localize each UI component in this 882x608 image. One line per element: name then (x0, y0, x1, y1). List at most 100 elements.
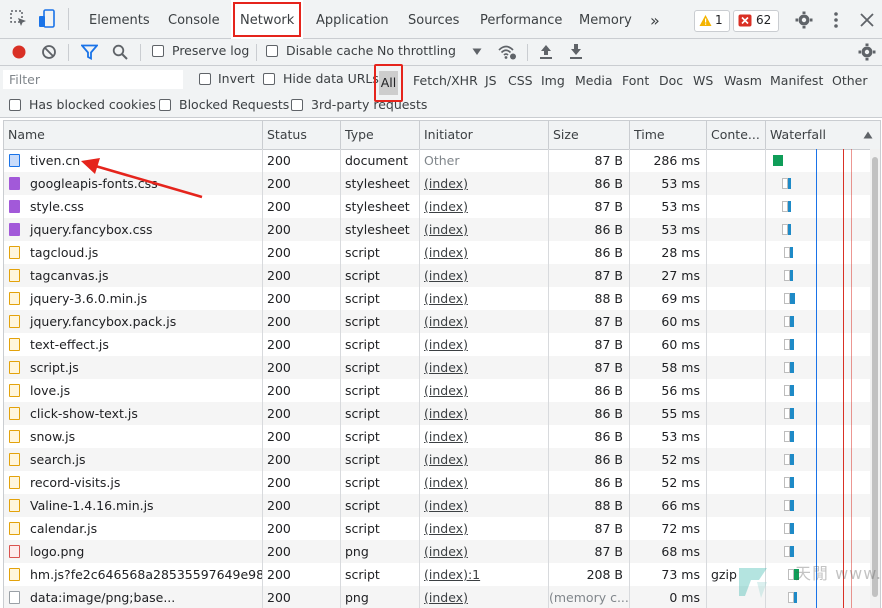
table-row[interactable]: calendar.js 200 script (index) 87 B 72 ms (4, 517, 880, 540)
record-icon[interactable] (11, 44, 27, 60)
cell-name[interactable]: tagcanvas.js (4, 264, 263, 287)
table-row[interactable]: text-effect.js 200 script (index) 87 B 60 ms (4, 333, 880, 356)
table-row[interactable]: script.js 200 script (index) 87 B 58 ms (4, 356, 880, 379)
hide-data-urls-checkbox[interactable] (263, 73, 275, 85)
initiator-value[interactable]: (index) (424, 199, 468, 214)
table-row[interactable]: click-show-text.js 200 script (index) 86 B 55… (4, 402, 880, 425)
close-icon[interactable] (860, 13, 874, 27)
initiator-value[interactable]: (index) (424, 590, 468, 605)
cell-name[interactable]: data:image/png;base... (4, 586, 263, 608)
type-filter-font[interactable]: Font (622, 72, 649, 90)
type-filter-css[interactable]: CSS (508, 72, 533, 90)
initiator-value[interactable]: (index) (424, 337, 468, 352)
column-header-type[interactable]: Type (341, 121, 420, 149)
tab-application[interactable]: Application (316, 0, 389, 39)
column-header-name[interactable]: Name (4, 121, 263, 149)
waterfall-bar[interactable] (790, 270, 793, 281)
cell-name[interactable]: click-show-text.js (4, 402, 263, 425)
clear-icon[interactable] (41, 44, 57, 60)
settings-gear-icon[interactable] (795, 11, 813, 29)
initiator-value[interactable]: (index) (424, 475, 468, 490)
waterfall-bar[interactable] (790, 316, 794, 327)
waterfall-bar[interactable] (790, 523, 794, 534)
initiator-value[interactable]: (index) (424, 498, 468, 513)
waterfall-bar[interactable] (790, 385, 794, 396)
cell-name[interactable]: snow.js (4, 425, 263, 448)
initiator-value[interactable]: (index) (424, 383, 468, 398)
waterfall-bar[interactable] (788, 178, 791, 189)
column-header-content-encoding[interactable]: Conte... (707, 121, 766, 149)
cell-name[interactable]: script.js (4, 356, 263, 379)
waterfall-bar[interactable] (790, 293, 795, 304)
initiator-value[interactable]: (index) (424, 544, 468, 559)
type-filter-ws[interactable]: WS (693, 72, 713, 90)
waterfall-bar[interactable] (790, 339, 794, 350)
more-tabs-button[interactable]: » (650, 0, 660, 39)
column-header-size[interactable]: Size (549, 121, 630, 149)
cell-name[interactable]: tagcloud.js (4, 241, 263, 264)
table-row[interactable]: jquery.fancybox.pack.js 200 script (index) 8… (4, 310, 880, 333)
has-blocked-cookies-checkbox[interactable] (9, 99, 21, 111)
device-toolbar-icon[interactable] (38, 9, 58, 29)
table-row[interactable]: Valine-1.4.16.min.js 200 script (index) 88 B… (4, 494, 880, 517)
initiator-value[interactable]: (index) (424, 176, 468, 191)
initiator-value[interactable]: (index) (424, 429, 468, 444)
preserve-log-checkbox[interactable] (152, 45, 164, 57)
type-filter-media[interactable]: Media (575, 72, 613, 90)
initiator-value[interactable]: (index):1 (424, 567, 480, 582)
sort-ascending-icon[interactable] (863, 131, 873, 139)
vertical-scrollbar-thumb[interactable] (872, 157, 878, 597)
export-har-download-icon[interactable] (569, 43, 583, 60)
column-header-initiator[interactable]: Initiator (420, 121, 549, 149)
table-row[interactable]: jquery.fancybox.css 200 stylesheet (index) 8… (4, 218, 880, 241)
type-filter-all[interactable]: All (379, 71, 398, 95)
initiator-value[interactable]: (index) (424, 521, 468, 536)
type-filter-manifest[interactable]: Manifest (770, 72, 823, 90)
initiator-value[interactable]: (index) (424, 222, 468, 237)
type-filter-fetch-xhr[interactable]: Fetch/XHR (413, 72, 478, 90)
cell-name[interactable]: search.js (4, 448, 263, 471)
cell-name[interactable]: jquery.fancybox.css (4, 218, 263, 241)
filter-funnel-icon[interactable] (81, 44, 98, 60)
initiator-value[interactable]: (index) (424, 360, 468, 375)
initiator-value[interactable]: (index) (424, 291, 468, 306)
cell-name[interactable]: Valine-1.4.16.min.js (4, 494, 263, 517)
table-row[interactable]: tagcanvas.js 200 script (index) 87 B 27 ms (4, 264, 880, 287)
table-row[interactable]: search.js 200 script (index) 86 B 52 ms (4, 448, 880, 471)
column-header-status[interactable]: Status (263, 121, 341, 149)
search-icon[interactable] (112, 44, 128, 60)
waterfall-bar[interactable] (790, 431, 794, 442)
table-row[interactable]: jquery-3.6.0.min.js 200 script (index) 88 B 6… (4, 287, 880, 310)
waterfall-bar[interactable] (788, 224, 791, 235)
waterfall-bar[interactable] (790, 454, 794, 465)
cell-name[interactable]: logo.png (4, 540, 263, 563)
waterfall-bar[interactable] (790, 408, 794, 419)
third-party-requests-checkbox[interactable] (291, 99, 303, 111)
table-row[interactable]: tagcloud.js 200 script (index) 86 B 28 ms (4, 241, 880, 264)
cell-name[interactable]: jquery.fancybox.pack.js (4, 310, 263, 333)
waterfall-bar[interactable] (790, 362, 794, 373)
waterfall-bar[interactable] (790, 477, 794, 488)
type-filter-js[interactable]: JS (485, 72, 497, 90)
table-row[interactable]: love.js 200 script (index) 86 B 56 ms (4, 379, 880, 402)
errors-badge[interactable]: 62 (733, 10, 779, 32)
tab-elements[interactable]: Elements (89, 0, 150, 39)
import-har-upload-icon[interactable] (539, 43, 553, 60)
column-header-time[interactable]: Time (630, 121, 707, 149)
waterfall-bar[interactable] (790, 546, 794, 557)
initiator-value[interactable]: (index) (424, 268, 468, 283)
filter-input[interactable]: Filter (3, 70, 183, 89)
blocked-requests-checkbox[interactable] (159, 99, 171, 111)
waterfall-bar[interactable] (788, 201, 791, 212)
network-conditions-wifi-icon[interactable] (497, 43, 517, 61)
tab-console[interactable]: Console (168, 0, 220, 39)
warnings-badge[interactable]: 1 (694, 10, 730, 32)
disable-cache-checkbox[interactable] (266, 45, 278, 57)
cell-name[interactable]: record-visits.js (4, 471, 263, 494)
cell-name[interactable]: calendar.js (4, 517, 263, 540)
throttling-select[interactable]: No throttling (377, 43, 456, 58)
type-filter-doc[interactable]: Doc (659, 72, 683, 90)
more-options-icon[interactable] (831, 11, 841, 29)
tab-memory[interactable]: Memory (579, 0, 632, 39)
type-filter-img[interactable]: Img (541, 72, 565, 90)
